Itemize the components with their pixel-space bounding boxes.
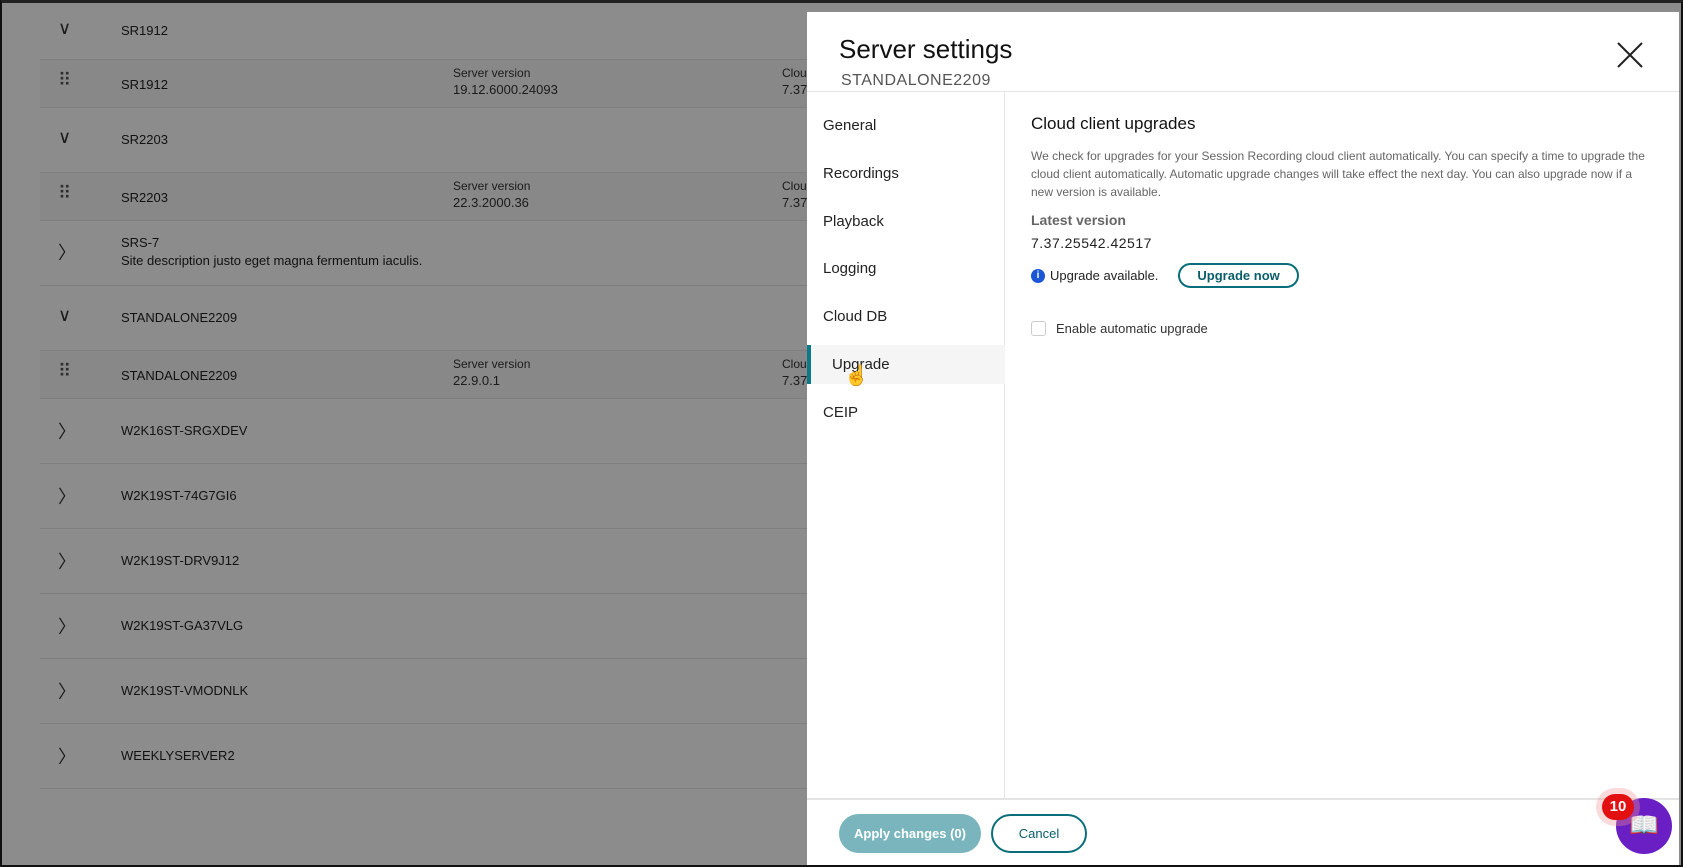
panel-title: Server settings bbox=[839, 34, 1013, 64]
nav-item-recordings[interactable]: Recordings bbox=[807, 154, 1005, 193]
server-settings-panel: Server settings STANDALONE2209 General Re… bbox=[807, 12, 1679, 865]
upgrade-now-button[interactable]: Upgrade now bbox=[1178, 263, 1299, 288]
nav-item-cloud-db[interactable]: Cloud DB bbox=[807, 297, 1005, 336]
upgrade-available-row: i Upgrade available. Upgrade now bbox=[1031, 263, 1299, 288]
panel-subtitle: STANDALONE2209 bbox=[841, 72, 991, 89]
upgrade-available-text: Upgrade available. bbox=[1050, 268, 1159, 283]
nav-item-ceip[interactable]: CEIP bbox=[807, 393, 1005, 432]
nav-item-logging[interactable]: Logging bbox=[807, 249, 1005, 288]
section-heading: Cloud client upgrades bbox=[1031, 114, 1196, 133]
cancel-button[interactable]: Cancel bbox=[991, 814, 1087, 853]
notification-badge: 10 bbox=[1602, 794, 1634, 820]
footer-divider bbox=[807, 798, 1679, 800]
hand-cursor-icon: ☝ bbox=[844, 365, 869, 387]
nav-item-general[interactable]: General bbox=[807, 106, 1005, 145]
info-icon: i bbox=[1031, 268, 1045, 283]
auto-upgrade-label: Enable automatic upgrade bbox=[1056, 321, 1208, 336]
app-window: ∨ SR1912 ⠿ SR1912 Server version 19.12.6000.2… bbox=[0, 0, 1683, 867]
apply-changes-button[interactable]: Apply changes (0) bbox=[839, 814, 981, 853]
auto-upgrade-row[interactable]: Enable automatic upgrade bbox=[1031, 321, 1208, 336]
latest-version-value: 7.37.25542.42517 bbox=[1031, 235, 1152, 251]
auto-upgrade-checkbox[interactable] bbox=[1031, 321, 1046, 336]
section-description: We check for upgrades for your Session R… bbox=[1031, 149, 1645, 199]
close-icon[interactable] bbox=[1615, 40, 1645, 70]
latest-version-label: Latest version bbox=[1031, 212, 1126, 228]
nav-item-upgrade[interactable]: Upgrade bbox=[807, 345, 1005, 384]
nav-item-playback[interactable]: Playback bbox=[807, 202, 1005, 241]
settings-nav: General Recordings Playback Logging Cloud DB… bbox=[807, 92, 1005, 798]
book-lightbulb-icon: 📖 bbox=[1629, 812, 1659, 839]
